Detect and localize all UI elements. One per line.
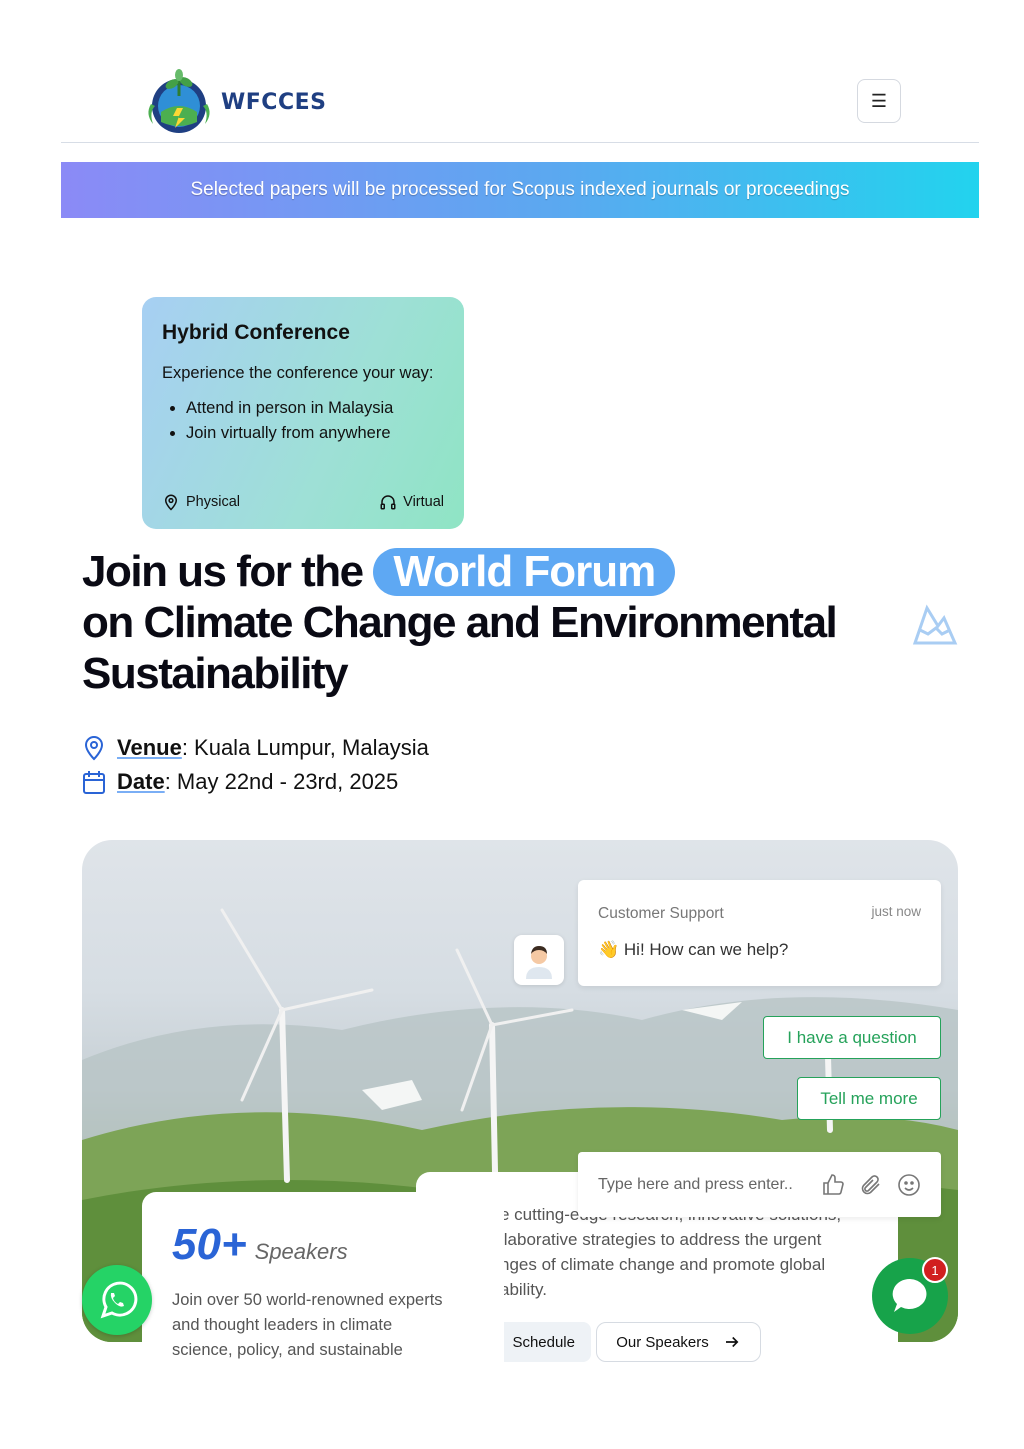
about-line: llaborative strategies to address the ur…: [500, 1230, 822, 1249]
hybrid-intro: Experience the conference your way:: [162, 364, 434, 382]
physical-mode: Physical: [162, 493, 240, 511]
whatsapp-icon: [100, 1281, 138, 1319]
headphones-icon: [380, 495, 396, 510]
location-pin-icon: [84, 736, 104, 761]
chat-message-card: Customer Support just now 👋 Hi! How can …: [578, 880, 941, 986]
logo-text: WFCCES: [221, 89, 327, 115]
emoji-icon[interactable]: [897, 1173, 921, 1197]
venue-row: Venue: Kuala Lumpur, Malaysia: [82, 731, 429, 765]
chat-agent-name: Customer Support: [598, 905, 724, 922]
chat-bubble-icon: [892, 1278, 927, 1312]
list-item: Join virtually from anywhere: [186, 421, 444, 446]
about-line: ability.: [500, 1280, 547, 1299]
about-line: nges of climate change and promote globa…: [500, 1255, 826, 1274]
speakers-stat-card: 50+ Speakers Join over 50 world-renowned …: [142, 1192, 504, 1382]
venue-value: : Kuala Lumpur, Malaysia: [181, 735, 429, 760]
date-value: : May 22nd - 23rd, 2025: [164, 769, 399, 794]
date-label: Date: [117, 769, 165, 794]
chat-option-question[interactable]: I have a question: [763, 1016, 941, 1059]
speakers-description: Join over 50 world-renowned experts and …: [172, 1288, 474, 1363]
globe-leaf-logo-icon: [148, 69, 210, 133]
title-prefix: Join us for the: [82, 547, 364, 596]
hybrid-options-list: Attend in person in Malaysia Join virtua…: [162, 396, 444, 446]
schedule-label: Schedule: [512, 1333, 575, 1351]
about-text: e cutting-edge research, innovative solu…: [500, 1202, 880, 1302]
physical-label: Physical: [186, 494, 240, 510]
unread-badge: 1: [922, 1257, 948, 1283]
date-row: Date: May 22nd - 23rd, 2025: [82, 765, 429, 799]
chat-input-bar: Type here and press enter..: [578, 1152, 941, 1217]
virtual-mode: Virtual: [379, 493, 444, 511]
title-highlight: World Forum: [373, 548, 676, 596]
announcement-banner: Selected papers will be processed for Sc…: [61, 162, 979, 218]
paperclip-icon[interactable]: [859, 1173, 883, 1197]
chat-input[interactable]: Type here and press enter..: [598, 1176, 821, 1194]
speakers-count: 50+: [172, 1220, 247, 1269]
arrow-right-icon: [725, 1336, 739, 1348]
thumbs-up-icon[interactable]: [821, 1173, 845, 1197]
list-item: Attend in person in Malaysia: [186, 396, 444, 421]
whatsapp-button[interactable]: [82, 1265, 152, 1335]
chat-greeting: 👋 Hi! How can we help?: [598, 940, 789, 959]
hybrid-conference-card: Hybrid Conference Experience the confere…: [142, 297, 464, 529]
speakers-desc-line: and thought leaders in climate: [172, 1316, 393, 1334]
chat-timestamp: just now: [871, 904, 921, 919]
our-speakers-label: Our Speakers: [616, 1333, 709, 1351]
site-logo[interactable]: WFCCES: [141, 66, 326, 138]
hamburger-icon: ☰: [870, 90, 888, 111]
title-line3: Sustainability: [82, 649, 349, 698]
our-speakers-button[interactable]: Our Speakers: [596, 1322, 761, 1362]
hybrid-title: Hybrid Conference: [162, 321, 350, 344]
venue-label: Venue: [117, 735, 182, 760]
site-header: WFCCES ☰: [61, 60, 979, 143]
virtual-label: Virtual: [403, 494, 444, 510]
support-agent-avatar: [514, 935, 564, 985]
hybrid-modes: Physical Virtual: [162, 493, 444, 511]
chat-option-tell-more[interactable]: Tell me more: [797, 1077, 941, 1120]
calendar-icon: [83, 771, 105, 794]
speakers-label: Speakers: [254, 1239, 348, 1264]
mountain-icon: [912, 604, 958, 645]
event-meta: Venue: Kuala Lumpur, Malaysia Date: May …: [82, 731, 429, 799]
chat-input-actions: [821, 1173, 921, 1197]
banner-text: Selected papers will be processed for Sc…: [190, 179, 850, 200]
speakers-desc-line: Join over 50 world-renowned experts: [172, 1291, 443, 1309]
title-line2: on Climate Change and Environmental: [82, 598, 838, 647]
agent-avatar-icon: [526, 946, 552, 979]
menu-button[interactable]: ☰: [857, 79, 901, 123]
map-pin-icon: [164, 494, 178, 511]
page-title: Join us for the World Forum on Climate C…: [82, 546, 882, 699]
speakers-desc-line: science, policy, and sustainable: [172, 1341, 403, 1359]
